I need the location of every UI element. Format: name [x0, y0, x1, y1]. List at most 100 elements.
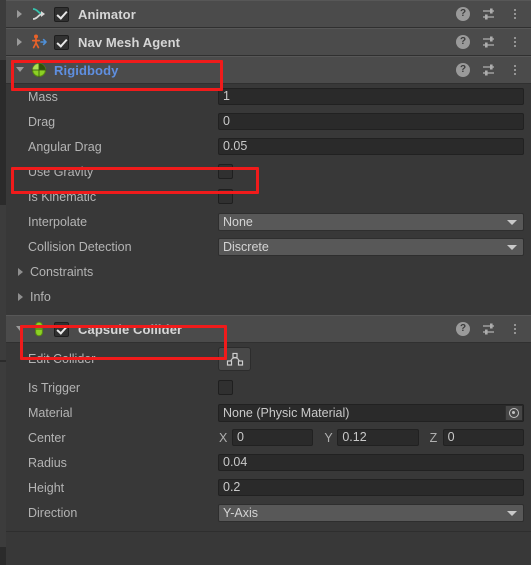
property-row-angular-drag: Angular Drag 0.05: [6, 134, 531, 159]
height-input[interactable]: 0.2: [218, 479, 524, 496]
property-row-edit-collider: Edit Collider: [6, 343, 531, 375]
header-icons-rigidbody: ?: [456, 57, 522, 83]
center-z-input[interactable]: 0: [442, 429, 524, 446]
more-menu-icon[interactable]: [508, 35, 522, 49]
foldout-arrow-capsule-collider[interactable]: [14, 322, 28, 336]
enable-checkbox-animator[interactable]: [54, 6, 69, 22]
label-angular-drag: Angular Drag: [28, 139, 102, 154]
material-value: None (Physic Material): [223, 405, 350, 420]
component-title-capsule-collider: Capsule Collider: [78, 321, 183, 337]
component-header-capsule-collider[interactable]: Capsule Collider ?: [6, 315, 531, 343]
direction-value: Y-Axis: [223, 505, 258, 520]
is-trigger-checkbox[interactable]: [218, 380, 233, 395]
header-icons-capsule-collider: ?: [456, 316, 522, 342]
foldout-arrow-rigidbody[interactable]: [14, 63, 28, 77]
label-edit-collider: Edit Collider: [28, 352, 96, 366]
material-object-field[interactable]: None (Physic Material): [218, 403, 524, 422]
enable-checkbox-capsule-collider[interactable]: [54, 321, 69, 337]
property-row-center: Center X 0 Y 0.12 Z 0: [6, 425, 531, 450]
collision-detection-dropdown[interactable]: Discrete: [218, 237, 524, 256]
header-icons-animator: ?: [456, 1, 522, 27]
component-title-animator: Animator: [78, 6, 136, 22]
polygon-edit-icon: [226, 352, 243, 366]
more-menu-icon[interactable]: [508, 7, 522, 21]
component-header-rigidbody[interactable]: Rigidbody ?: [6, 56, 531, 84]
property-row-is-trigger: Is Trigger: [6, 375, 531, 400]
rigidbody-properties: Mass 1 Drag 0 Angular Drag 0.05 Use Grav…: [6, 84, 531, 315]
help-icon[interactable]: ?: [456, 63, 470, 77]
center-x-input[interactable]: 0: [232, 429, 314, 446]
property-row-collision-detection: Collision Detection Discrete: [6, 234, 531, 259]
preset-icon[interactable]: [482, 7, 496, 21]
label-mass: Mass: [28, 89, 58, 104]
chevron-right-icon[interactable]: [14, 265, 28, 279]
component-title-rigidbody: Rigidbody: [54, 62, 119, 78]
capsule-collider-properties: Edit Collider Is Trigger Material None (…: [6, 343, 531, 532]
interpolate-value: None: [223, 214, 253, 229]
foldout-row-info[interactable]: Info: [6, 284, 531, 309]
label-collision-detection: Collision Detection: [28, 239, 132, 254]
help-icon[interactable]: ?: [456, 35, 470, 49]
property-row-interpolate: Interpolate None: [6, 209, 531, 234]
foldout-row-constraints[interactable]: Constraints: [6, 259, 531, 284]
capsule-collider-icon: [30, 320, 48, 338]
interpolate-dropdown[interactable]: None: [218, 212, 524, 231]
mass-input[interactable]: 1: [218, 88, 524, 105]
enable-checkbox-nav-mesh-agent[interactable]: [54, 34, 69, 50]
help-icon[interactable]: ?: [456, 322, 470, 336]
direction-dropdown[interactable]: Y-Axis: [218, 503, 524, 522]
radius-input[interactable]: 0.04: [218, 454, 524, 471]
use-gravity-checkbox[interactable]: [218, 164, 233, 179]
property-row-drag: Drag 0: [6, 109, 531, 134]
more-menu-icon[interactable]: [508, 63, 522, 77]
unity-inspector-panel: Animator ? Nav Mesh Agent ? Rigidbody ? …: [0, 0, 531, 565]
label-radius: Radius: [28, 455, 67, 470]
property-row-height: Height 0.2: [6, 475, 531, 500]
label-material: Material: [28, 405, 73, 420]
header-icons-nav-mesh-agent: ?: [456, 29, 522, 55]
label-height: Height: [28, 480, 65, 495]
preset-icon[interactable]: [482, 35, 496, 49]
component-title-nav-mesh-agent: Nav Mesh Agent: [78, 34, 181, 50]
edit-collider-button[interactable]: [218, 347, 251, 371]
property-row-radius: Radius 0.04: [6, 450, 531, 475]
animator-icon: [30, 5, 48, 23]
nav-mesh-agent-icon: [30, 33, 48, 51]
chevron-right-icon[interactable]: [14, 290, 28, 304]
axis-label-x: X: [219, 430, 228, 445]
preset-icon[interactable]: [482, 322, 496, 336]
property-row-material: Material None (Physic Material): [6, 400, 531, 425]
is-kinematic-checkbox[interactable]: [218, 189, 233, 204]
inspector-content: Animator ? Nav Mesh Agent ? Rigidbody ? …: [6, 0, 531, 565]
more-menu-icon[interactable]: [508, 322, 522, 336]
center-vector3: X 0 Y 0.12 Z 0: [218, 429, 524, 446]
chevron-down-icon: [507, 510, 517, 516]
foldout-arrow-animator[interactable]: [14, 7, 28, 21]
angular-drag-input[interactable]: 0.05: [218, 138, 524, 155]
object-picker-icon[interactable]: [505, 405, 522, 420]
drag-input[interactable]: 0: [218, 113, 524, 130]
help-icon[interactable]: ?: [456, 7, 470, 21]
label-info: Info: [30, 289, 51, 304]
component-header-animator[interactable]: Animator ?: [6, 0, 531, 28]
property-row-use-gravity: Use Gravity: [6, 159, 531, 184]
label-constraints: Constraints: [30, 264, 94, 279]
label-center: Center: [28, 430, 66, 445]
property-row-is-kinematic: Is Kinematic: [6, 184, 531, 209]
axis-label-z: Z: [429, 430, 438, 445]
label-use-gravity: Use Gravity: [28, 164, 94, 179]
foldout-arrow-nav-mesh-agent[interactable]: [14, 35, 28, 49]
bottom-divider: [6, 531, 531, 532]
property-row-mass: Mass 1: [6, 84, 531, 109]
center-y-input[interactable]: 0.12: [337, 429, 419, 446]
chevron-down-icon: [507, 219, 517, 225]
preset-icon[interactable]: [482, 63, 496, 77]
property-row-direction: Direction Y-Axis: [6, 500, 531, 525]
label-direction: Direction: [28, 505, 78, 520]
rigidbody-icon: [30, 61, 48, 79]
component-header-nav-mesh-agent[interactable]: Nav Mesh Agent ?: [6, 28, 531, 56]
chevron-down-icon: [507, 244, 517, 250]
collision-detection-value: Discrete: [223, 239, 269, 254]
label-is-kinematic: Is Kinematic: [28, 189, 97, 204]
label-drag: Drag: [28, 114, 56, 129]
